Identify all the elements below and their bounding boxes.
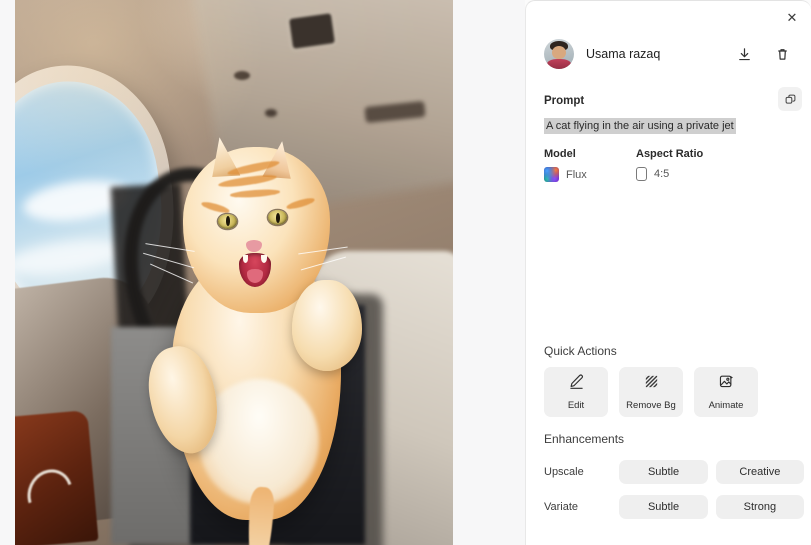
- cat-tooth: [261, 254, 267, 264]
- cat-chest: [199, 379, 319, 504]
- image-metadata: Model Flux Aspect Ratio 4:5: [544, 148, 804, 182]
- cloud: [15, 233, 127, 282]
- model-label: Model: [544, 148, 576, 160]
- cat-eye-right: [268, 210, 288, 226]
- image-viewer: [0, 0, 525, 545]
- quick-actions-row: Edit Remove Bg Animate: [544, 367, 758, 417]
- quick-actions-title: Quick Actions: [544, 344, 617, 358]
- aspect-ratio-icon: [636, 167, 647, 181]
- aspect-ratio-value-row: 4:5: [636, 167, 756, 181]
- ceiling-vent: [289, 13, 335, 50]
- animate-button-label: Animate: [708, 400, 744, 411]
- cat-nose: [246, 240, 263, 252]
- ceiling-knob: [234, 70, 250, 80]
- model-block: Model Flux: [544, 148, 636, 182]
- close-icon[interactable]: ✕: [781, 7, 803, 29]
- username: Usama razaq: [586, 47, 661, 61]
- enhancements-title: Enhancements: [544, 432, 625, 446]
- upscale-row: Upscale Subtle Creative: [544, 460, 805, 484]
- user-row: Usama razaq: [526, 33, 811, 75]
- variate-row: Variate Subtle Strong: [544, 495, 805, 519]
- cat-mouth: [238, 253, 272, 287]
- variate-strong-button[interactable]: Strong: [715, 495, 805, 519]
- image-illustration: [15, 0, 453, 545]
- hatch-pattern-icon: [643, 373, 660, 395]
- model-value-row: Flux: [544, 167, 636, 182]
- avatar-shirt: [547, 58, 571, 69]
- cat-ear-left: [205, 135, 241, 182]
- aspect-ratio-block: Aspect Ratio 4:5: [636, 148, 756, 182]
- prompt-header: Prompt: [544, 87, 802, 111]
- cat-tongue: [247, 269, 263, 284]
- cat-pupil-left: [226, 216, 231, 226]
- image-detail-modal: ✕ Usama razaq Prompt A cat flying in the…: [0, 0, 811, 545]
- upscale-subtle-button[interactable]: Subtle: [619, 460, 708, 484]
- cat-subject: [129, 131, 401, 545]
- upscale-label: Upscale: [544, 466, 584, 478]
- variate-subtle-button[interactable]: Subtle: [619, 495, 708, 519]
- image-animate-icon: [718, 373, 735, 395]
- download-icon[interactable]: [733, 43, 755, 65]
- cat-tooth: [242, 254, 248, 264]
- model-value: Flux: [566, 168, 587, 181]
- cat-paw-raised: [291, 279, 363, 371]
- cat-eye-left: [218, 213, 238, 229]
- flux-model-icon: [544, 167, 559, 182]
- user-row-actions: [733, 43, 793, 65]
- prompt-label: Prompt: [544, 95, 585, 107]
- ceiling-knob-secondary: [264, 109, 277, 117]
- aspect-ratio-value: 4:5: [654, 168, 670, 180]
- prompt-text[interactable]: A cat flying in the air using a private …: [544, 118, 736, 134]
- variate-label: Variate: [544, 501, 579, 513]
- upscale-creative-button[interactable]: Creative: [715, 460, 805, 484]
- avatar[interactable]: [544, 39, 574, 69]
- details-panel: ✕ Usama razaq Prompt A cat flying in the…: [525, 0, 811, 545]
- pencil-edit-icon: [568, 373, 585, 395]
- cat-pupil-right: [276, 212, 280, 223]
- edit-button[interactable]: Edit: [544, 367, 608, 417]
- aspect-ratio-label: Aspect Ratio: [636, 148, 704, 160]
- generated-image[interactable]: [15, 0, 453, 545]
- trash-icon[interactable]: [771, 43, 793, 65]
- remove-bg-button[interactable]: Remove Bg: [619, 367, 683, 417]
- animate-button[interactable]: Animate: [694, 367, 758, 417]
- remove-bg-button-label: Remove Bg: [626, 400, 676, 411]
- copy-icon[interactable]: [778, 87, 802, 111]
- avatar-face: [551, 46, 567, 60]
- edit-button-label: Edit: [567, 400, 585, 411]
